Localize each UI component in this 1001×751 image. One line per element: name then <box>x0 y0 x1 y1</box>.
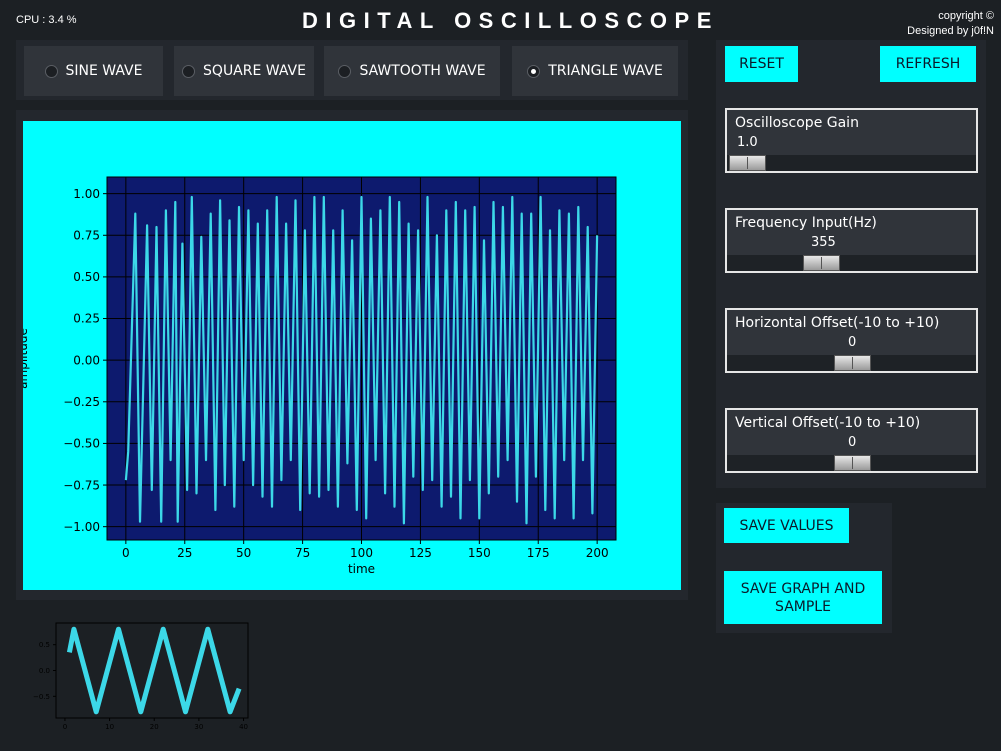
vertical-offset-slider-box: Vertical Offset(-10 to +10) 0 <box>725 408 978 473</box>
frequency-slider-handle[interactable] <box>803 255 840 271</box>
radio-sine-wave[interactable]: SINE WAVE <box>24 46 163 96</box>
x-tick-label: 50 <box>236 546 251 560</box>
sample-preview: 0 10 20 30 40 0.5 0.0 −0.5 <box>24 620 254 740</box>
radio-label: SINE WAVE <box>65 63 143 79</box>
x-tick-label: 100 <box>350 546 373 560</box>
vertical-offset-label: Vertical Offset(-10 to +10) <box>735 415 921 431</box>
y-tick-label: 1.00 <box>73 187 100 201</box>
designer-text: Designed by j0f!N <box>907 25 994 37</box>
y-tick-label: −0.75 <box>63 478 100 492</box>
x-tick-label: 75 <box>295 546 310 560</box>
x-tick-label: 40 <box>239 723 248 731</box>
radio-triangle-wave[interactable]: TRIANGLE WAVE <box>512 46 678 96</box>
app-title: DIGITAL OSCILLOSCOPE <box>302 8 719 33</box>
reset-button[interactable]: RESET <box>725 46 798 82</box>
horizontal-offset-value: 0 <box>848 335 857 350</box>
radio-label: SQUARE WAVE <box>203 63 306 79</box>
y-tick-label: −0.5 <box>33 693 50 701</box>
y-tick-label: 0.0 <box>39 667 50 675</box>
radio-label: SAWTOOTH WAVE <box>359 63 486 79</box>
x-tick-label: 0 <box>63 723 67 731</box>
radio-square-wave[interactable]: SQUARE WAVE <box>174 46 314 96</box>
main-plot-frame: 0 25 50 75 100 125 150 175 200 1.00 0.75 0.50 0.25 0.… <box>16 121 681 590</box>
y-tick-label: −0.50 <box>63 437 100 451</box>
frequency-label: Frequency Input(Hz) <box>735 215 877 231</box>
copyright-text: copyright © <box>938 10 994 22</box>
y-tick-label: −1.00 <box>63 520 100 534</box>
sample-waveform-chart: 0 10 20 30 40 0.5 0.0 −0.5 <box>33 622 249 731</box>
x-tick-label: 20 <box>150 723 159 731</box>
y-tick-label: 0.5 <box>39 641 50 649</box>
radio-dot-icon <box>182 64 196 78</box>
horizontal-offset-slider-box: Horizontal Offset(-10 to +10) 0 <box>725 308 978 373</box>
x-tick-label: 125 <box>409 546 432 560</box>
x-tick-label: 10 <box>105 723 114 731</box>
frequency-value: 355 <box>811 235 836 250</box>
radio-dot-icon <box>44 64 58 78</box>
refresh-button[interactable]: REFRESH <box>880 46 976 82</box>
y-tick-label: 0.50 <box>73 270 100 284</box>
radio-sawtooth-wave[interactable]: SAWTOOTH WAVE <box>324 46 500 96</box>
radio-dot-selected-icon <box>527 64 541 78</box>
y-tick-label: −0.25 <box>63 395 100 409</box>
radio-label: TRIANGLE WAVE <box>548 63 663 79</box>
x-tick-label: 0 <box>122 546 130 560</box>
y-tick-label: 0.25 <box>73 312 100 326</box>
x-tick-label: 30 <box>194 723 203 731</box>
copyright-block: copyright © Designed by j0f!N <box>876 9 994 39</box>
save-graph-button[interactable]: SAVE GRAPH AND SAMPLE <box>724 571 882 624</box>
vertical-offset-slider-handle[interactable] <box>834 455 871 471</box>
y-tick-label: 0.75 <box>73 228 100 242</box>
gain-value: 1.0 <box>737 135 758 150</box>
frequency-slider-box: Frequency Input(Hz) 355 <box>725 208 978 273</box>
save-values-button[interactable]: SAVE VALUES <box>724 508 849 543</box>
x-tick-label: 175 <box>527 546 550 560</box>
y-tick-label: 0.00 <box>73 353 100 367</box>
horizontal-offset-label: Horizontal Offset(-10 to +10) <box>735 315 940 331</box>
main-oscilloscope-chart: 0 25 50 75 100 125 150 175 200 1.00 0.75 0.50 0.25 0.… <box>16 176 617 576</box>
x-tick-label: 150 <box>468 546 491 560</box>
horizontal-offset-slider-handle[interactable] <box>834 355 871 371</box>
x-tick-label: 25 <box>177 546 192 560</box>
gain-label: Oscilloscope Gain <box>735 115 859 131</box>
gain-slider-box: Oscilloscope Gain 1.0 <box>725 108 978 173</box>
y-axis-label: amplitude <box>23 328 30 389</box>
frequency-slider-track[interactable] <box>727 255 976 271</box>
x-axis-label: time <box>348 562 375 576</box>
cpu-readout: CPU : 3.4 % <box>16 14 77 26</box>
x-tick-label: 200 <box>586 546 609 560</box>
vertical-offset-value: 0 <box>848 435 857 450</box>
gain-slider-handle[interactable] <box>729 155 766 171</box>
radio-dot-icon <box>338 64 352 78</box>
